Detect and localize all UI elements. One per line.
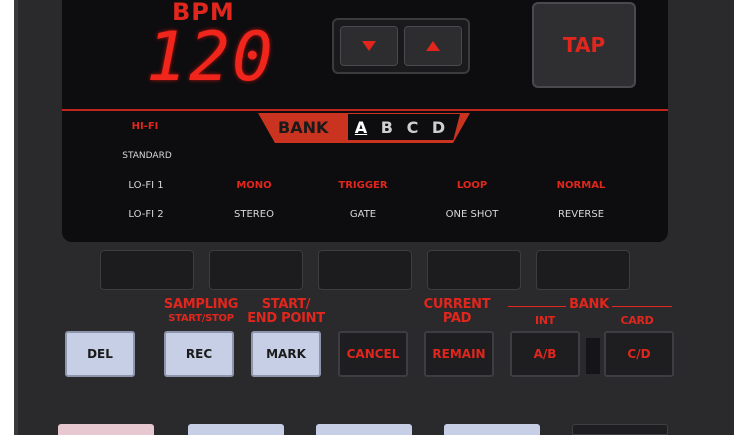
start-end-label-line1: START/ [261,297,311,312]
bottom-pad-1[interactable] [58,424,154,435]
bank-ab-button[interactable]: A/B [510,331,580,377]
sampling-label-line2: START/STOP [168,313,234,324]
bank-cd-button[interactable]: C/D [604,331,674,377]
mode-stereo: STEREO [234,209,274,220]
bottom-pad-4[interactable] [444,424,540,435]
sampling-label: SAMPLING START/STOP [156,298,246,326]
tempo-arrow-pad [332,18,470,74]
start-end-label: START/ END POINT [241,298,331,326]
bank-letter-d: D [431,117,446,137]
mode-trigger: TRIGGER [338,180,388,191]
bank-rule-right [612,306,672,307]
card-label: CARD [620,314,654,327]
pad-slot-1[interactable] [100,250,194,290]
pad-slot-5[interactable] [536,250,630,290]
cancel-button[interactable]: CANCEL [338,331,408,377]
bank-indicator-label: BANK [278,118,329,137]
bank-button-divider [586,338,600,374]
bottom-pad-2[interactable] [188,424,284,435]
mode-loop: LOOP [456,180,488,191]
sampling-label-line1: SAMPLING [163,297,239,312]
bank-letters: A B C D [348,114,460,140]
tempo-up-button[interactable] [404,26,462,66]
tempo-down-button[interactable] [340,26,398,66]
arrow-down-icon [362,41,376,51]
mark-button[interactable]: MARK [251,331,321,377]
mode-reverse: REVERSE [557,209,605,220]
del-button[interactable]: DEL [65,331,135,377]
bank-rule-left [508,306,566,307]
start-end-label-line2: END POINT [247,311,325,326]
bottom-pad-3[interactable] [316,424,412,435]
current-pad-label-line2: PAD [442,311,472,326]
mode-lofi1: LO-FI 1 [128,180,164,191]
bank-letter-a: A [354,117,368,137]
bank-letter-b: B [380,117,393,137]
device-edge [14,0,18,435]
mode-gate: GATE [349,209,377,220]
current-pad-label-line1: CURRENT [423,297,491,312]
remain-button[interactable]: REMAIN [424,331,494,377]
pad-slot-4[interactable] [427,250,521,290]
mode-lofi2: LO-FI 2 [128,209,164,220]
tap-button[interactable]: TAP [532,2,636,88]
pad-slot-3[interactable] [318,250,412,290]
mode-mono: MONO [236,180,272,191]
arrow-up-icon [426,41,440,51]
mode-normal: NORMAL [556,180,606,191]
current-pad-label: CURRENT PAD [412,298,502,326]
mode-standard: STANDARD [122,151,172,161]
int-label: INT [535,314,555,327]
bpm-value: 120 [146,18,275,97]
mode-one-shot: ONE SHOT [445,209,499,220]
rec-button[interactable]: REC [164,331,234,377]
display-divider-line [62,109,668,111]
pad-slot-2[interactable] [209,250,303,290]
mode-hifi: HI-FI [131,121,159,132]
bank-letter-c: C [406,117,419,137]
bottom-pad-5[interactable] [572,424,668,435]
bank-function-label: BANK [569,297,609,312]
